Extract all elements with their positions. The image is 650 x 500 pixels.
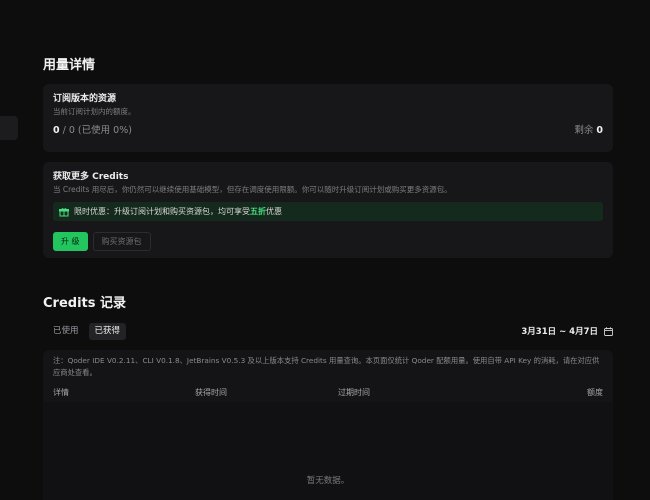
date-range-text: 3月31日 ~ 4月7日 <box>521 327 598 337</box>
usage-page: 用量详情 订阅版本的资源 当前订阅计划内的额度。 0 / 0 (已使用 0%) … <box>0 0 650 500</box>
empty-state: 暂无数据。 <box>306 476 350 486</box>
more-credits-card: 获取更多 Credits 当 Credits 用尽后，你仍然可以继续使用基础模型… <box>43 162 613 258</box>
table-body: 暂无数据。 <box>43 402 613 500</box>
column-amount: 额度 <box>587 387 603 397</box>
credits-table: 注：Qoder IDE V0.2.11、CLI V0.1.8、JetBrains… <box>43 350 613 500</box>
remain-label: 剩余 <box>574 125 594 136</box>
promo-text-prefix: 限时优惠：升级订阅计划和购买资源包，均可享受 <box>74 207 250 216</box>
sidebar-edge-tab[interactable] <box>0 116 18 140</box>
credits-title: Credits 记录 <box>43 296 127 311</box>
usage-total: / 0 (已使用 0%) <box>59 125 132 136</box>
column-expire-time: 过期时间 <box>338 387 370 397</box>
upgrade-button[interactable]: 升 级 <box>53 232 88 251</box>
usage-row: 0 / 0 (已使用 0%) 剩余 0 <box>53 122 603 136</box>
credits-tabs: 已使用 已获得 <box>47 323 127 340</box>
gift-icon <box>59 207 69 216</box>
table-header: 详情 获得时间 过期时间 额度 <box>43 384 613 400</box>
subscription-desc: 当前订阅计划内的额度。 <box>53 107 136 116</box>
remain-amount: 剩余 0 <box>574 122 603 136</box>
column-earned-time: 获得时间 <box>195 387 227 397</box>
column-detail: 详情 <box>53 387 69 397</box>
usage-amount: 0 / 0 (已使用 0%) <box>53 122 132 136</box>
usage-used: 0 <box>53 125 60 136</box>
promo-highlight: 五折 <box>250 207 266 216</box>
promo-text-suffix: 优惠 <box>266 207 282 216</box>
more-credits-title: 获取更多 Credits <box>53 172 129 182</box>
tab-used[interactable]: 已使用 <box>47 323 85 340</box>
promo-banner: 限时优惠：升级订阅计划和购买资源包，均可享受 五折 优惠 <box>53 202 603 221</box>
remain-value: 0 <box>596 125 603 136</box>
credits-note: 注：Qoder IDE V0.2.11、CLI V0.1.8、JetBrains… <box>53 356 600 377</box>
tab-earned[interactable]: 已获得 <box>88 323 127 340</box>
subscription-card: 订阅版本的资源 当前订阅计划内的额度。 0 / 0 (已使用 0%) 剩余 0 <box>43 84 613 152</box>
usage-title: 用量详情 <box>43 58 96 73</box>
more-credits-actions: 升 级 购买资源包 <box>53 232 151 251</box>
more-credits-desc: 当 Credits 用尽后，你仍然可以继续使用基础模型，但存在调度使用限额。你可… <box>53 185 452 194</box>
subscription-title: 订阅版本的资源 <box>53 94 117 104</box>
calendar-icon <box>604 326 613 336</box>
buy-package-button[interactable]: 购买资源包 <box>92 232 151 251</box>
date-range-picker[interactable]: 3月31日 ~ 4月7日 <box>521 325 613 337</box>
